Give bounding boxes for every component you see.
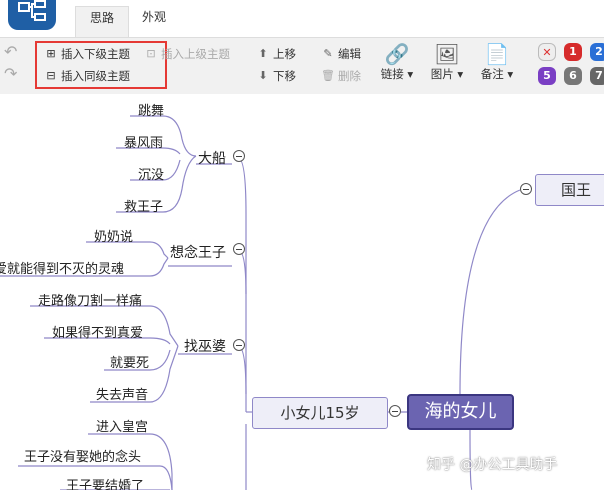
leaf-prince-wedding[interactable]: 王子要结婚了 <box>66 475 144 490</box>
tab-appearance[interactable]: 外观 <box>128 6 180 37</box>
priority-5-icon[interactable]: 5 <box>538 67 556 85</box>
topic-find-witch[interactable]: 找巫婆 <box>184 336 226 356</box>
topic-youngest-daughter[interactable]: 小女儿15岁 <box>252 397 388 429</box>
arrow-up-icon: ⬆ <box>258 47 268 60</box>
collapse-toggle-big-ship[interactable] <box>233 150 245 162</box>
image-label: 图片 <box>430 67 454 81</box>
note-icon: 📄 <box>484 42 510 66</box>
collapse-toggle-miss-prince[interactable] <box>233 243 245 255</box>
delete-label: 删除 <box>338 69 361 83</box>
insert-parent-icon: ⊡ <box>146 47 156 60</box>
priority-6-icon[interactable]: 6 <box>564 67 582 85</box>
move-up-label: 上移 <box>273 47 296 61</box>
leaf-grandma-said[interactable]: 奶奶说 <box>94 226 133 245</box>
leaf-prince-no-marry[interactable]: 王子没有娶她的念头 <box>24 446 141 465</box>
collapse-toggle-main[interactable] <box>389 405 401 417</box>
toolbar-ribbon: ↶ ↷ ⊞ 插入下级主题 ⊟ 插入同级主题 ⊡ 插入上级主题 ⬆ 上移 ⬇ 下移… <box>0 37 604 95</box>
move-down-label: 下移 <box>273 69 296 83</box>
arrow-down-icon: ⬇ <box>258 69 268 82</box>
priority-7-icon[interactable]: 7 <box>590 67 604 85</box>
trash-icon: 🗑 <box>321 69 335 82</box>
leaf-storm[interactable]: 暴风雨 <box>124 132 163 151</box>
leaf-enter-palace[interactable]: 进入皇宫 <box>96 416 148 435</box>
leaf-save-prince[interactable]: 救王子 <box>124 196 163 215</box>
topic-youngest-daughter-label: 小女儿15岁 <box>280 404 360 422</box>
link-icon: 🔗 <box>384 42 410 66</box>
topic-miss-prince[interactable]: 想念王子 <box>170 242 226 262</box>
link-button[interactable]: 🔗 链接 ▾ <box>376 42 418 82</box>
image-button[interactable]: 🖼 图片 ▾ <box>426 42 468 82</box>
insert-child-label: 插入下级主题 <box>61 47 130 61</box>
leaf-knife-pain[interactable]: 走路像刀割一样痛 <box>38 290 142 309</box>
topic-king[interactable]: 国王 <box>535 174 604 206</box>
insert-parent-button[interactable]: ⊡ 插入上级主题 <box>144 46 230 62</box>
mindmap-logo-icon <box>18 0 46 21</box>
topic-big-ship[interactable]: 大船 <box>198 148 226 168</box>
leaf-eternal-soul[interactable]: 爱就能得到不灭的灵魂 <box>0 258 124 277</box>
leaf-lose-voice[interactable]: 失去声音 <box>96 384 148 403</box>
move-up-button[interactable]: ⬆ 上移 <box>256 46 296 62</box>
undo-icon[interactable]: ↶ <box>4 42 17 61</box>
insert-sibling-button[interactable]: ⊟ 插入同级主题 <box>44 68 130 84</box>
move-down-button[interactable]: ⬇ 下移 <box>256 68 296 84</box>
redo-icon[interactable]: ↷ <box>4 64 17 83</box>
topic-king-label: 国王 <box>560 181 591 199</box>
priority-1-icon[interactable]: 1 <box>564 43 582 61</box>
delete-button[interactable]: 🗑 删除 <box>321 68 361 84</box>
leaf-no-true-love[interactable]: 如果得不到真爱 <box>52 322 143 341</box>
leaf-will-die[interactable]: 就要死 <box>110 352 149 371</box>
insert-sibling-label: 插入同级主题 <box>61 69 130 83</box>
root-topic-label: 海的女儿 <box>424 401 497 422</box>
image-icon: 🖼 <box>434 42 460 66</box>
insert-child-icon: ⊞ <box>46 47 56 60</box>
tab-thinking[interactable]: 思路 <box>75 6 130 38</box>
edit-icon: ✎ <box>323 47 333 60</box>
priority-2-icon[interactable]: 2 <box>590 43 604 61</box>
insert-parent-label: 插入上级主题 <box>161 47 230 61</box>
watermark: 知乎 @办公工具助手 <box>427 457 558 473</box>
root-topic[interactable]: 海的女儿 <box>407 394 514 430</box>
leaf-sink[interactable]: 沉没 <box>138 164 164 183</box>
remove-priority-icon[interactable]: ✕ <box>538 43 556 61</box>
mindmap-canvas[interactable]: 国王 跳舞 暴风雨 沉没 救王子 大船 奶奶说 爱就能得到不灭的灵魂 想念王子 … <box>0 94 604 490</box>
link-label: 链接 <box>380 67 404 81</box>
edit-label: 编辑 <box>338 47 361 61</box>
collapse-toggle-find-witch[interactable] <box>233 339 245 351</box>
note-label: 备注 <box>480 67 504 81</box>
insert-child-button[interactable]: ⊞ 插入下级主题 <box>44 46 130 62</box>
app-bar: 思路 外观 <box>0 0 604 38</box>
app-logo <box>8 0 56 30</box>
note-button[interactable]: 📄 备注 ▾ <box>476 42 518 82</box>
leaf-dance[interactable]: 跳舞 <box>138 100 164 119</box>
edit-button[interactable]: ✎ 编辑 <box>321 46 361 62</box>
insert-sibling-icon: ⊟ <box>46 69 56 82</box>
collapse-toggle-king[interactable] <box>520 183 532 195</box>
